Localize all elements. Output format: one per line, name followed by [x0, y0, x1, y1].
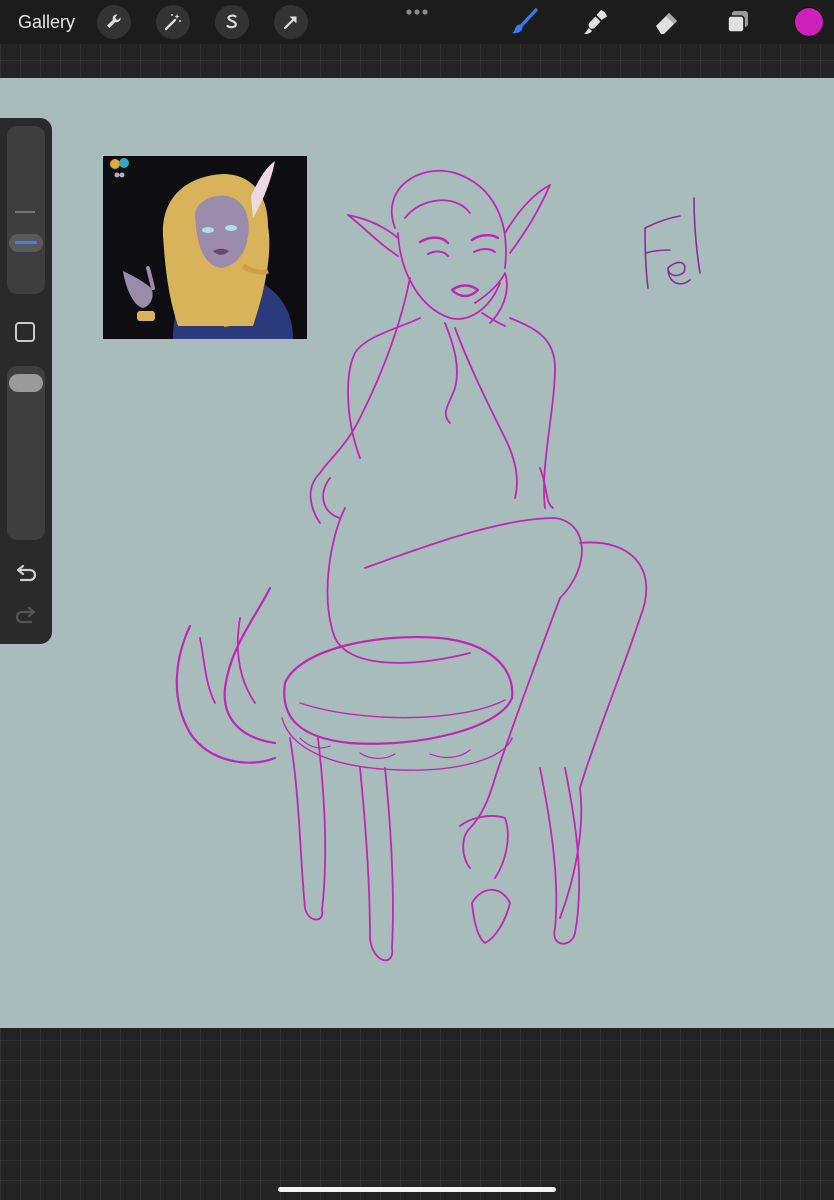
adjustments-button[interactable]	[156, 5, 190, 39]
transform-arrow-icon	[283, 16, 297, 30]
modify-button[interactable]	[15, 322, 35, 342]
actions-button[interactable]	[97, 5, 131, 39]
gallery-button[interactable]: Gallery	[18, 10, 75, 34]
reference-image[interactable]	[103, 156, 307, 339]
redo-button[interactable]	[13, 604, 39, 630]
home-indicator	[278, 1187, 556, 1192]
selection-icon	[226, 14, 237, 29]
palette-dot-2	[119, 158, 129, 168]
sidebar	[0, 118, 52, 644]
smudge-icon	[584, 10, 607, 35]
color-picker-button[interactable]	[795, 8, 823, 36]
brush-size-handle[interactable]	[9, 234, 43, 252]
brush-size-slider[interactable]	[7, 126, 45, 294]
redo-icon	[15, 607, 36, 624]
layers-icon	[727, 11, 748, 33]
eraser-icon	[656, 13, 677, 34]
more-options-icon[interactable]	[404, 4, 430, 20]
selection-button[interactable]	[215, 5, 249, 39]
magic-wand-icon	[164, 14, 181, 31]
palette-dot-4	[119, 172, 125, 178]
palette-dot-3	[114, 172, 120, 178]
transform-button[interactable]	[274, 5, 308, 39]
reference-portrait	[103, 156, 307, 339]
drawing-canvas[interactable]	[0, 78, 834, 1028]
top-toolbar: Gallery	[0, 0, 834, 44]
opacity-handle[interactable]	[9, 374, 43, 392]
layers-button[interactable]	[722, 6, 754, 38]
wrench-icon	[107, 14, 121, 28]
undo-icon	[16, 565, 37, 582]
eraser-tool-button[interactable]	[651, 6, 683, 38]
undo-button[interactable]	[13, 562, 39, 588]
opacity-slider[interactable]	[7, 366, 45, 540]
slider-tick	[15, 211, 35, 213]
brush-icon	[512, 8, 538, 34]
brush-tool-button[interactable]	[509, 6, 541, 38]
smudge-tool-button[interactable]	[580, 6, 612, 38]
palette-dot-1	[110, 159, 120, 169]
